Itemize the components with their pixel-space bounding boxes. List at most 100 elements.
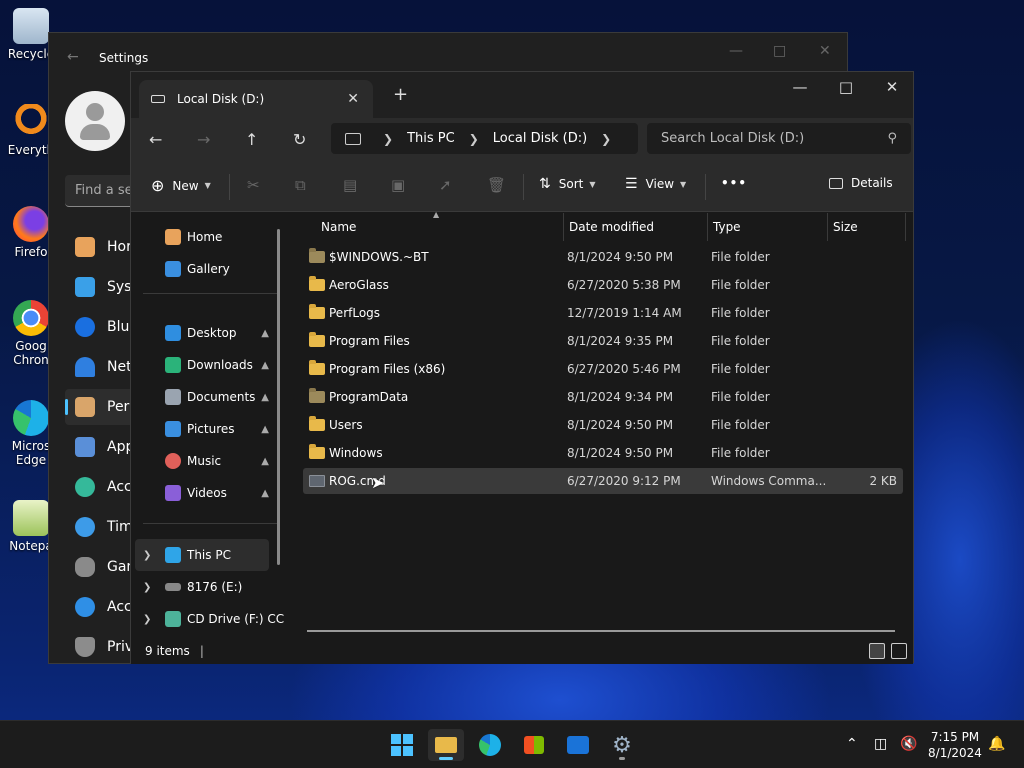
nav-item-downloads[interactable]: Downloads ▲	[131, 349, 281, 381]
copy-icon[interactable]: ⧉	[295, 176, 306, 194]
details-pane-button[interactable]: Details	[829, 176, 893, 190]
file-row[interactable]: ProgramData 8/1/2024 9:34 PM File folder	[303, 384, 903, 410]
settings-nav-time[interactable]: Tim	[65, 509, 135, 545]
search-input[interactable]: Search Local Disk (D:) ⚲	[647, 123, 911, 154]
cut-icon[interactable]: ✂	[247, 176, 260, 194]
start-button[interactable]	[384, 729, 420, 761]
file-row[interactable]: AeroGlass 6/27/2020 5:38 PM File folder	[303, 272, 903, 298]
column-header-date[interactable]: Date modified	[569, 213, 654, 241]
file-type: File folder	[711, 278, 770, 292]
sort-button[interactable]: ⇅ Sort ▼	[539, 176, 596, 192]
file-row[interactable]: PerfLogs 12/7/2019 1:14 AM File folder	[303, 300, 903, 326]
close-tab-icon[interactable]: ✕	[347, 91, 359, 107]
taskbar-edge[interactable]	[472, 729, 508, 761]
nav-item-this-pc[interactable]: ❯ This PC	[135, 539, 269, 571]
refresh-icon[interactable]: ↻	[293, 130, 306, 149]
file-row[interactable]: Users 8/1/2024 9:50 PM File folder	[303, 412, 903, 438]
large-icons-view-icon[interactable]	[891, 643, 907, 659]
settings-nav-bluetooth[interactable]: Blue	[65, 309, 135, 345]
settings-nav-network[interactable]: Net	[65, 349, 135, 385]
column-divider[interactable]	[827, 213, 828, 241]
pin-icon[interactable]: ▲	[261, 392, 269, 403]
column-header-type[interactable]: Type	[713, 213, 741, 241]
pin-icon[interactable]: ▲	[261, 360, 269, 371]
file-row[interactable]: Program Files (x86) 6/27/2020 5:46 PM Fi…	[303, 356, 903, 382]
chevron-down-icon: ▼	[680, 179, 687, 189]
back-arrow-icon[interactable]: ←	[149, 130, 162, 149]
network-icon[interactable]: ◫	[874, 736, 887, 752]
column-divider[interactable]	[905, 213, 906, 241]
minimize-button[interactable]: —	[785, 78, 815, 96]
volume-muted-icon[interactable]: 🔇	[900, 736, 917, 752]
new-button[interactable]: ⊕ New ▼	[151, 176, 211, 195]
nav-item-documents[interactable]: Documents ▲	[131, 381, 281, 413]
view-button[interactable]: ☰ View ▼	[625, 176, 686, 192]
notification-bell-icon[interactable]: 🔔	[988, 736, 1005, 752]
chevron-right-icon[interactable]: ❯	[383, 132, 393, 146]
horizontal-scrollbar[interactable]	[307, 630, 895, 632]
file-row[interactable]: Program Files 8/1/2024 9:35 PM File fold…	[303, 328, 903, 354]
chevron-right-icon[interactable]: ❯	[601, 132, 611, 146]
user-avatar[interactable]	[65, 91, 125, 151]
nav-item-home[interactable]: Home	[131, 221, 281, 253]
nav-item-music[interactable]: Music ▲	[131, 445, 281, 477]
column-header-size[interactable]: Size	[833, 213, 858, 241]
close-icon[interactable]: ✕	[819, 43, 831, 59]
chevron-right-icon[interactable]: ❯	[469, 132, 479, 146]
column-divider[interactable]	[707, 213, 708, 241]
settings-nav-apps[interactable]: App	[65, 429, 135, 465]
pin-icon[interactable]: ▲	[261, 328, 269, 339]
file-row[interactable]: $WINDOWS.~BT 8/1/2024 9:50 PM File folde…	[303, 244, 903, 270]
up-arrow-icon[interactable]: ↑	[245, 130, 258, 149]
delete-icon[interactable]: 🗑	[487, 176, 506, 194]
nav-item-cd-drive[interactable]: ❯ CD Drive (F:) CC	[131, 603, 284, 635]
nav-item-gallery[interactable]: Gallery	[131, 253, 281, 285]
file-row[interactable]: Windows 8/1/2024 9:50 PM File folder	[303, 440, 903, 466]
minimize-icon[interactable]: —	[729, 43, 743, 59]
chevron-right-icon[interactable]: ❯	[143, 614, 151, 625]
address-bar[interactable]: ❯ This PC ❯ Local Disk (D:) ❯	[331, 123, 638, 154]
rename-icon[interactable]: ▣	[391, 176, 405, 194]
taskbar-store[interactable]	[516, 729, 552, 761]
settings-nav-accounts[interactable]: Acc	[65, 469, 135, 505]
clock[interactable]: 7:15 PM 8/1/2024	[924, 729, 986, 761]
breadcrumb-this-pc[interactable]: This PC	[407, 131, 455, 146]
nav-item-desktop[interactable]: Desktop ▲	[131, 317, 281, 349]
settings-nav-accessibility[interactable]: Acc	[65, 589, 135, 625]
details-view-icon[interactable]	[869, 643, 885, 659]
taskbar-mail[interactable]	[560, 729, 596, 761]
tab-local-disk[interactable]: Local Disk (D:) ✕	[139, 80, 373, 118]
nav-item-videos[interactable]: Videos ▲	[131, 477, 281, 509]
column-header-name[interactable]: Name	[321, 213, 356, 241]
chevron-right-icon[interactable]: ❯	[143, 582, 151, 593]
settings-nav-personalization[interactable]: Pers	[65, 389, 135, 425]
settings-nav-home[interactable]: Hor	[65, 229, 135, 265]
file-row-selected[interactable]: ROG.cmd 6/27/2020 9:12 PM Windows Comma.…	[303, 468, 903, 494]
chevron-up-icon[interactable]: ⌃	[846, 736, 858, 752]
chevron-right-icon[interactable]: ❯	[143, 550, 151, 561]
pin-icon[interactable]: ▲	[261, 488, 269, 499]
column-divider[interactable]	[563, 213, 564, 241]
close-button[interactable]: ✕	[877, 78, 907, 96]
navigation-scrollbar[interactable]	[277, 229, 280, 565]
nav-item-drive-e[interactable]: ❯ 8176 (E:)	[131, 571, 281, 603]
pin-icon[interactable]: ▲	[261, 424, 269, 435]
nav-item-pictures[interactable]: Pictures ▲	[131, 413, 281, 445]
more-options-button[interactable]: •••	[721, 176, 747, 190]
settings-nav-system[interactable]: Syst	[65, 269, 135, 305]
taskbar-settings[interactable]: ⚙	[604, 729, 640, 761]
settings-search-input[interactable]: Find a se	[65, 175, 135, 207]
forward-arrow-icon[interactable]: →	[197, 130, 210, 149]
paste-icon[interactable]: ▤	[343, 176, 357, 194]
back-arrow-icon[interactable]: ←	[67, 49, 79, 65]
settings-nav-privacy[interactable]: Priv	[65, 629, 135, 665]
share-icon[interactable]: ➚	[439, 176, 452, 194]
pin-icon[interactable]: ▲	[261, 456, 269, 467]
breadcrumb-local-disk[interactable]: Local Disk (D:)	[493, 131, 587, 146]
maximize-icon[interactable]: □	[773, 43, 786, 59]
taskbar-file-explorer[interactable]	[428, 729, 464, 761]
settings-nav-gaming[interactable]: Gan	[65, 549, 135, 585]
new-tab-button[interactable]: +	[393, 84, 408, 105]
file-explorer-window[interactable]: Local Disk (D:) ✕ + — □ ✕ ← → ↑ ↻ ❯ This…	[130, 71, 914, 664]
maximize-button[interactable]: □	[831, 78, 861, 96]
